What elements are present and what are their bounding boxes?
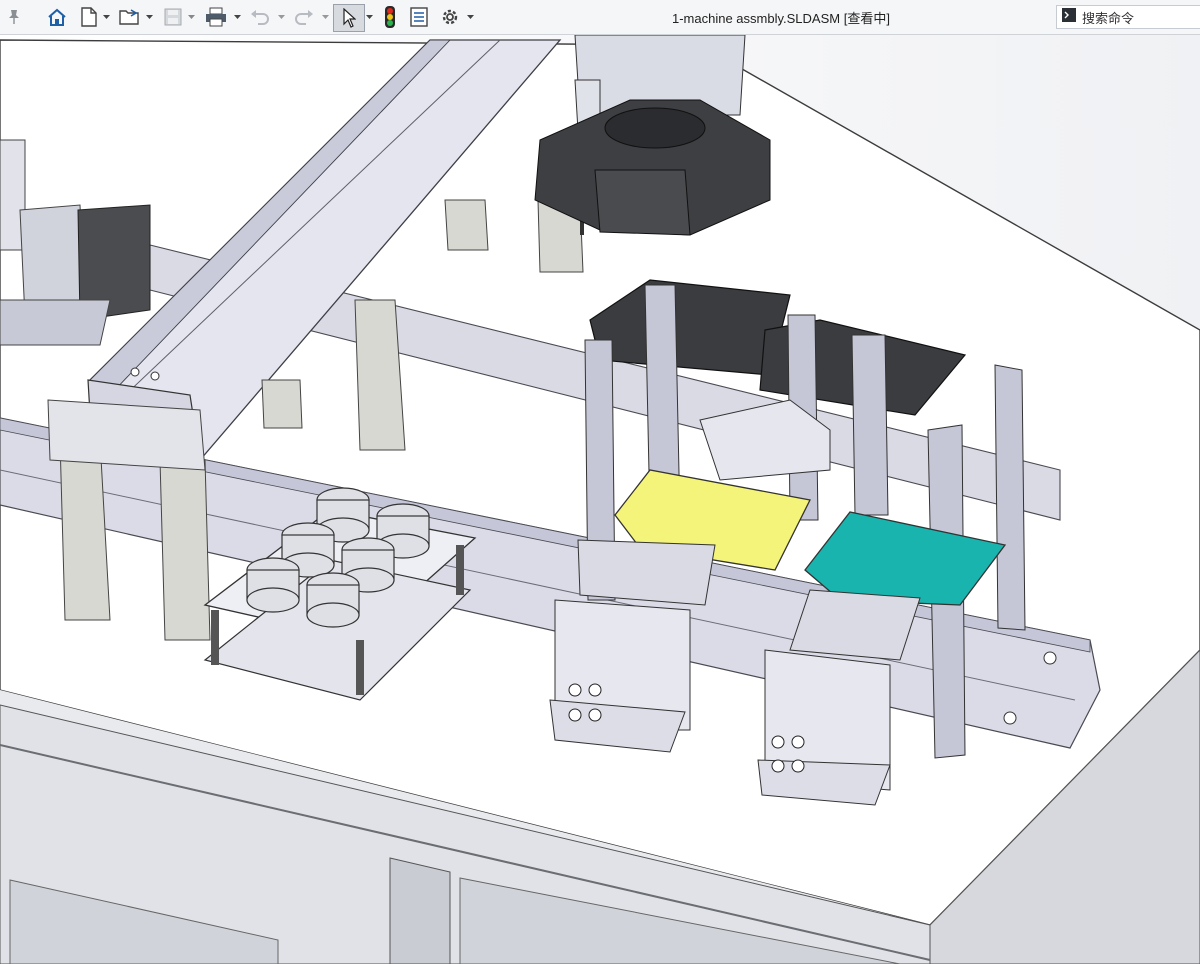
save-icon <box>164 8 182 26</box>
options-dropdown-arrow-icon[interactable] <box>465 4 475 30</box>
search-commands-label: 搜索命令 <box>1082 10 1135 26</box>
undo-dropdown-arrow-icon[interactable] <box>276 4 286 30</box>
open-folder-icon <box>119 8 141 26</box>
guide-post <box>994 364 1026 631</box>
new-document-button[interactable] <box>78 4 100 30</box>
select-dropdown-arrow-icon[interactable] <box>364 4 374 30</box>
options-gear-icon <box>440 7 460 27</box>
traffic-light-icon <box>385 6 395 28</box>
search-commands-box[interactable]: 搜索命令 <box>1056 5 1200 29</box>
undo-button[interactable] <box>248 4 272 30</box>
solidworks-window: 1-machine assmbly.SLDASM [查看中] 搜索命令 <box>0 0 1200 964</box>
support-leg <box>261 379 303 429</box>
select-button[interactable] <box>333 4 365 32</box>
window-title: 1-machine assmbly.SLDASM [查看中] <box>672 11 890 26</box>
left-slide <box>0 299 111 346</box>
undo-icon <box>250 9 270 25</box>
quick-access-toolbar: 1-machine assmbly.SLDASM [查看中] 搜索命令 <box>0 0 1200 35</box>
home-button[interactable] <box>44 4 70 30</box>
assembly-3d-view <box>0 35 1200 964</box>
support-leg <box>444 199 489 251</box>
support-bracket <box>47 399 206 471</box>
open-button[interactable] <box>118 4 142 30</box>
camera-lens <box>604 107 706 149</box>
rebuild-button[interactable] <box>380 4 400 30</box>
new-document-icon <box>81 7 97 27</box>
save-button[interactable] <box>162 4 184 30</box>
lift-frame-right <box>789 589 921 661</box>
save-dropdown-arrow-icon[interactable] <box>186 4 196 30</box>
print-button[interactable] <box>204 4 228 30</box>
options-button[interactable] <box>438 4 462 30</box>
file-properties-icon <box>410 7 428 27</box>
select-pointer-icon <box>342 8 356 28</box>
command-prompt-icon <box>1062 7 1076 27</box>
cabinet-post <box>389 857 451 964</box>
redo-dropdown-arrow-icon[interactable] <box>320 4 330 30</box>
redo-icon <box>294 9 314 25</box>
graphics-area[interactable] <box>0 35 1200 964</box>
open-dropdown-arrow-icon[interactable] <box>144 4 154 30</box>
new-dropdown-arrow-icon[interactable] <box>101 4 111 30</box>
print-icon <box>205 7 227 27</box>
file-properties-button[interactable] <box>408 4 430 30</box>
home-icon <box>47 8 67 26</box>
support-leg <box>159 459 211 641</box>
lift-frame-left <box>577 539 716 606</box>
rail-end-screw <box>1003 711 1017 725</box>
pin-icon[interactable] <box>4 4 24 30</box>
rail-end-screw <box>1043 651 1057 665</box>
print-dropdown-arrow-icon[interactable] <box>232 4 242 30</box>
guide-post <box>851 334 889 516</box>
redo-button[interactable] <box>292 4 316 30</box>
